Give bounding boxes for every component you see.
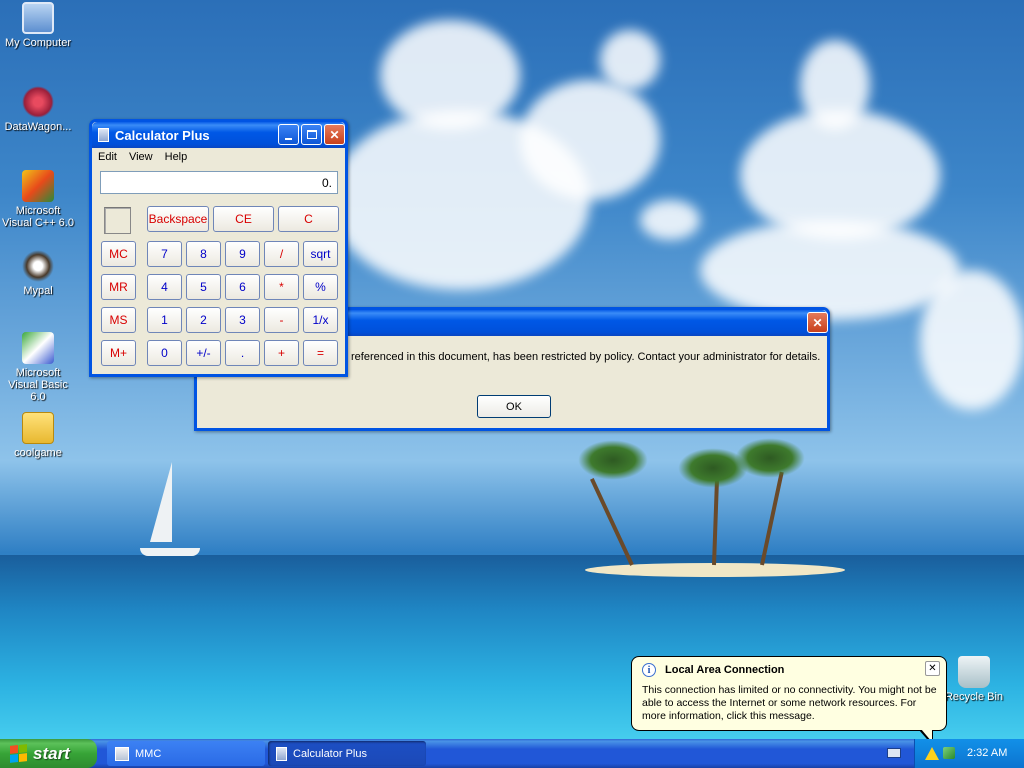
visual-basic-icon bbox=[22, 332, 54, 364]
key-decimal[interactable]: . bbox=[225, 340, 260, 366]
recycle-bin-icon bbox=[958, 656, 990, 688]
info-icon: i bbox=[642, 663, 656, 677]
balloon-body: This connection has limited or no connec… bbox=[642, 684, 937, 722]
clear-button[interactable]: C bbox=[278, 206, 339, 232]
key-divide[interactable]: / bbox=[264, 241, 299, 267]
task-label: MMC bbox=[135, 747, 162, 760]
visual-cpp-icon bbox=[22, 170, 54, 202]
minimize-icon bbox=[285, 137, 292, 140]
calculator-title: Calculator Plus bbox=[115, 127, 210, 143]
key-multiply[interactable]: * bbox=[264, 274, 299, 300]
key-5[interactable]: 5 bbox=[186, 274, 221, 300]
desktop-icon-label: Recycle Bin bbox=[944, 691, 1004, 703]
close-button[interactable]: ✕ bbox=[324, 124, 345, 145]
desktop-icon-datawagon[interactable]: DataWagon... bbox=[0, 86, 76, 133]
key-3[interactable]: 3 bbox=[225, 307, 260, 333]
key-2[interactable]: 2 bbox=[186, 307, 221, 333]
maximize-button[interactable] bbox=[301, 124, 322, 145]
taskbar: start MMC Calculator Plus 2:32 AM bbox=[0, 739, 1024, 768]
menu-view[interactable]: View bbox=[129, 151, 153, 166]
dialog-message: referenced in this document, has been re… bbox=[351, 351, 821, 363]
network-connection-icon[interactable] bbox=[943, 747, 955, 759]
calculator-window: Calculator Plus ✕ Edit View Help 0. Back… bbox=[89, 119, 348, 377]
desktop-icon-coolgame[interactable]: coolgame bbox=[0, 412, 76, 459]
desktop-icon-label: Microsoft Visual C++ 6.0 bbox=[2, 205, 74, 229]
clear-entry-button[interactable]: CE bbox=[213, 206, 274, 232]
desktop-icon-my-computer[interactable]: My Computer bbox=[0, 2, 76, 49]
maximize-icon bbox=[306, 130, 317, 139]
network-balloon[interactable]: i Local Area Connection ✕ This connectio… bbox=[631, 656, 947, 746]
key-8[interactable]: 8 bbox=[186, 241, 221, 267]
system-tray: 2:32 AM bbox=[914, 739, 1024, 768]
clock[interactable]: 2:32 AM bbox=[967, 747, 1007, 759]
menu-edit[interactable]: Edit bbox=[98, 151, 117, 166]
key-6[interactable]: 6 bbox=[225, 274, 260, 300]
windows-logo-icon bbox=[10, 744, 27, 763]
menu-help[interactable]: Help bbox=[165, 151, 188, 166]
desktop-icon-visual-cpp[interactable]: Microsoft Visual C++ 6.0 bbox=[0, 170, 76, 229]
desktop-icon-label: Microsoft Visual Basic 6.0 bbox=[8, 367, 68, 403]
key-1[interactable]: 1 bbox=[147, 307, 182, 333]
key-reciprocal[interactable]: 1/x bbox=[303, 307, 338, 333]
task-label: Calculator Plus bbox=[293, 747, 367, 760]
task-calculator-plus[interactable]: Calculator Plus bbox=[268, 741, 426, 766]
balloon-title: Local Area Connection bbox=[665, 664, 785, 676]
memory-clear-button[interactable]: MC bbox=[101, 241, 136, 267]
key-sqrt[interactable]: sqrt bbox=[303, 241, 338, 267]
key-subtract[interactable]: - bbox=[264, 307, 299, 333]
calculator-display: 0. bbox=[100, 171, 338, 194]
task-mmc[interactable]: MMC bbox=[107, 741, 265, 766]
calculator-app-icon bbox=[98, 128, 109, 142]
desktop-icon-label: DataWagon... bbox=[4, 121, 72, 133]
desktop-icon-label: coolgame bbox=[14, 447, 62, 459]
memory-store-button[interactable]: MS bbox=[101, 307, 136, 333]
key-4[interactable]: 4 bbox=[147, 274, 182, 300]
key-equals[interactable]: = bbox=[303, 340, 338, 366]
start-label: start bbox=[33, 743, 70, 763]
desktop-icon-mypal[interactable]: Mypal bbox=[0, 250, 76, 297]
key-add[interactable]: + bbox=[264, 340, 299, 366]
key-7[interactable]: 7 bbox=[147, 241, 182, 267]
balloon-close-button[interactable]: ✕ bbox=[925, 661, 940, 676]
key-percent[interactable]: % bbox=[303, 274, 338, 300]
dialog-close-button[interactable]: ✕ bbox=[807, 312, 828, 333]
zip-folder-icon bbox=[22, 412, 54, 444]
calculator-menubar: Edit View Help bbox=[92, 148, 345, 166]
memory-indicator bbox=[104, 207, 131, 234]
memory-add-button[interactable]: M+ bbox=[101, 340, 136, 366]
memory-recall-button[interactable]: MR bbox=[101, 274, 136, 300]
desktop-icon-label: My Computer bbox=[4, 37, 72, 49]
start-button[interactable]: start bbox=[0, 739, 97, 768]
close-icon: ✕ bbox=[329, 127, 340, 142]
mmc-icon bbox=[115, 746, 129, 761]
close-icon: ✕ bbox=[928, 663, 937, 674]
datawagon-icon bbox=[22, 86, 54, 118]
keyboard-icon[interactable] bbox=[887, 748, 901, 758]
key-9[interactable]: 9 bbox=[225, 241, 260, 267]
desktop-icon-visual-basic[interactable]: Microsoft Visual Basic 6.0 bbox=[0, 332, 76, 403]
desktop-icon-recycle-bin[interactable]: Recycle Bin bbox=[936, 656, 1012, 703]
desktop-icon-label: Mypal bbox=[23, 285, 53, 297]
key-0[interactable]: 0 bbox=[147, 340, 182, 366]
key-sign[interactable]: +/- bbox=[186, 340, 221, 366]
calculator-icon bbox=[276, 746, 287, 761]
mypal-icon bbox=[22, 250, 54, 282]
computer-icon bbox=[22, 2, 54, 34]
minimize-button[interactable] bbox=[278, 124, 299, 145]
calculator-titlebar[interactable]: Calculator Plus ✕ bbox=[92, 122, 345, 148]
backspace-button[interactable]: Backspace bbox=[147, 206, 209, 232]
dialog-ok-button[interactable]: OK bbox=[477, 395, 551, 418]
network-warning-icon[interactable] bbox=[925, 747, 939, 760]
